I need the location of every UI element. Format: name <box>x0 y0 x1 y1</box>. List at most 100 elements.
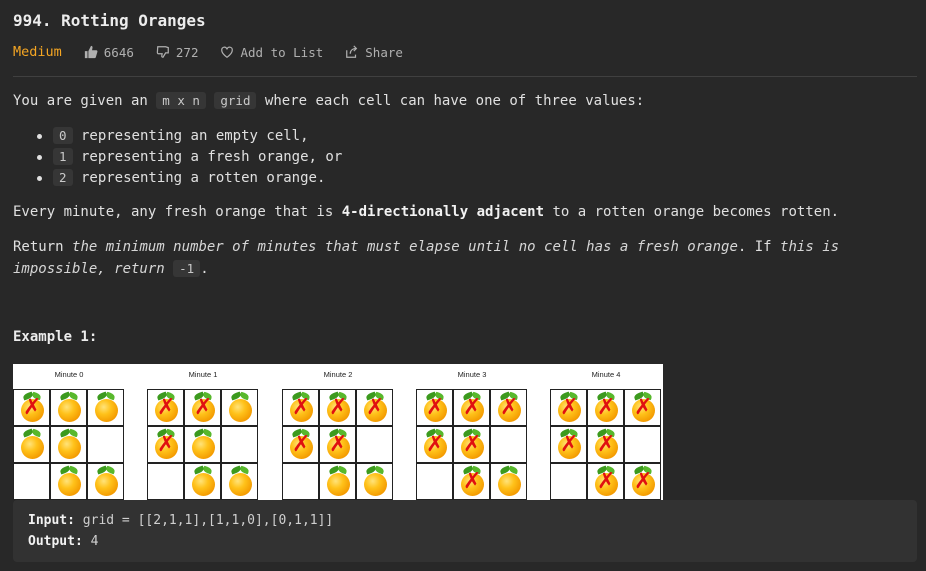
value-code: 2 <box>53 169 73 186</box>
return-paragraph-line1: Return the minimum number of minutes tha… <box>13 237 839 258</box>
fresh-orange-cell <box>319 463 356 500</box>
rotten-orange-cell: ✗ <box>587 426 624 463</box>
value-code: 0 <box>53 127 73 144</box>
list-item: 1 representing a fresh orange, or <box>33 146 342 167</box>
rule-text-end: to a rotten orange becomes rotten. <box>552 204 840 220</box>
empty-cell <box>490 426 527 463</box>
orange-icon <box>21 436 44 459</box>
orange-icon <box>364 473 387 496</box>
rotten-x-icon: ✗ <box>463 432 482 457</box>
input-value: grid = [[2,1,1],[1,1,0],[0,1,1]] <box>82 513 334 528</box>
output-label: Output: <box>28 534 83 549</box>
fresh-orange-cell <box>50 426 87 463</box>
empty-cell <box>147 463 184 500</box>
rule-text: Every minute, any fresh orange that is <box>13 204 334 220</box>
problem-title: 994. Rotting Oranges <box>13 11 206 30</box>
rotten-x-icon: ✗ <box>329 395 348 420</box>
return-italic-2: this is <box>780 239 840 255</box>
rotten-orange-cell: ✗ <box>147 426 184 463</box>
rotten-orange-cell: ✗ <box>282 389 319 426</box>
rule-bold: 4-directionally adjacent <box>341 204 545 220</box>
rotten-x-icon: ✗ <box>500 395 519 420</box>
example-title: Example 1: <box>13 329 98 345</box>
rotten-orange-cell: ✗ <box>490 389 527 426</box>
rotten-orange-cell: ✗ <box>282 426 319 463</box>
rotten-x-icon: ✗ <box>560 395 579 420</box>
empty-cell <box>282 463 319 500</box>
like-count: 6646 <box>103 44 134 60</box>
fresh-orange-cell <box>13 426 50 463</box>
add-to-list-label: Add to List <box>240 44 324 60</box>
fresh-orange-cell <box>184 463 221 500</box>
share-button[interactable]: Share <box>345 45 403 60</box>
rotten-orange-cell: ✗ <box>13 389 50 426</box>
orange-icon <box>192 473 215 496</box>
list-item: 2 representing a rotten orange. <box>33 167 342 188</box>
fresh-orange-cell <box>221 389 258 426</box>
value-code: 1 <box>53 148 73 165</box>
rotten-x-icon: ✗ <box>292 432 311 457</box>
value-list: 0 representing an empty cell, 1 represen… <box>33 125 342 188</box>
rotten-orange-cell: ✗ <box>587 463 624 500</box>
value-text: representing a fresh orange, or <box>80 149 343 165</box>
rotten-orange-cell: ✗ <box>453 426 490 463</box>
rotten-x-icon: ✗ <box>366 395 385 420</box>
output-line: Output: 4 <box>28 531 98 552</box>
share-icon <box>346 45 358 58</box>
intro-code-dims: m x n <box>156 92 206 109</box>
value-text: representing an empty cell, <box>80 128 309 144</box>
orange-icon <box>498 473 521 496</box>
return-text: Return <box>13 239 64 255</box>
like-button[interactable]: 6646 <box>84 45 134 60</box>
return-code: -1 <box>173 260 201 277</box>
panel-label: Minute 1 <box>188 370 218 379</box>
rotten-orange-cell: ✗ <box>587 389 624 426</box>
header-divider <box>13 76 917 77</box>
rotten-orange-cell: ✗ <box>550 426 587 463</box>
orange-icon <box>95 473 118 496</box>
rotten-orange-cell: ✗ <box>184 389 221 426</box>
rotten-x-icon: ✗ <box>157 395 176 420</box>
panel-label: Minute 3 <box>457 370 487 379</box>
dislike-button[interactable]: 272 <box>156 44 199 60</box>
rotten-orange-cell: ✗ <box>624 463 661 500</box>
panel-label: Minute 2 <box>323 370 353 379</box>
return-italic: the minimum number of minutes that must … <box>72 239 738 255</box>
fresh-orange-cell <box>50 389 87 426</box>
orange-icon <box>95 399 118 422</box>
orange-icon <box>229 473 252 496</box>
orange-icon <box>58 473 81 496</box>
panel-label: Minute 4 <box>591 370 621 379</box>
add-to-list-button[interactable]: Add to List <box>220 45 323 60</box>
rotten-orange-cell: ✗ <box>416 426 453 463</box>
input-line: Input: grid = [[2,1,1],[1,1,0],[0,1,1]] <box>28 510 333 531</box>
rotten-x-icon: ✗ <box>426 395 445 420</box>
empty-cell <box>13 463 50 500</box>
empty-cell <box>416 463 453 500</box>
return-paragraph-line2: impossible, return -1. <box>13 258 209 280</box>
rotten-x-icon: ✗ <box>194 395 213 420</box>
orange-icon <box>327 473 350 496</box>
dislike-count: 272 <box>175 44 199 60</box>
rotten-x-icon: ✗ <box>597 469 616 494</box>
intro-text: You are given an <box>13 93 148 109</box>
intro-paragraph: You are given an m x n grid where each c… <box>13 90 644 112</box>
empty-cell <box>624 426 661 463</box>
rotten-x-icon: ✗ <box>463 395 482 420</box>
fresh-orange-cell <box>184 426 221 463</box>
rotten-orange-cell: ✗ <box>550 389 587 426</box>
empty-cell <box>356 426 393 463</box>
empty-cell <box>87 426 124 463</box>
intro-text-end: where each cell can have one of three va… <box>264 93 645 109</box>
rotten-orange-cell: ✗ <box>624 389 661 426</box>
empty-cell <box>221 426 258 463</box>
orange-icon <box>58 399 81 422</box>
share-label: Share <box>365 44 403 60</box>
rotten-orange-cell: ✗ <box>319 426 356 463</box>
fresh-orange-cell <box>221 463 258 500</box>
return-end: . <box>200 261 209 277</box>
rotten-x-icon: ✗ <box>23 395 42 420</box>
thumbs-up-icon <box>84 45 98 59</box>
fresh-orange-cell <box>50 463 87 500</box>
rotten-orange-cell: ✗ <box>356 389 393 426</box>
